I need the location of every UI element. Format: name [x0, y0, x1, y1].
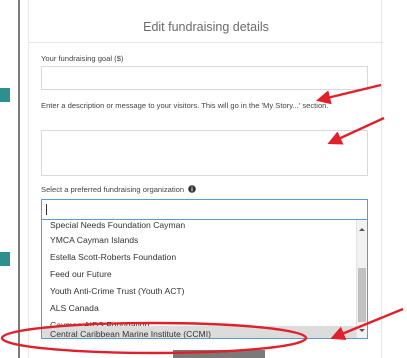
highlight-ellipse: [0, 321, 308, 355]
red-arrow-icon: [327, 116, 385, 145]
red-arrow-icon: [316, 83, 382, 105]
red-arrow-icon: [330, 307, 404, 340]
annotation-overlay: [0, 83, 404, 355]
